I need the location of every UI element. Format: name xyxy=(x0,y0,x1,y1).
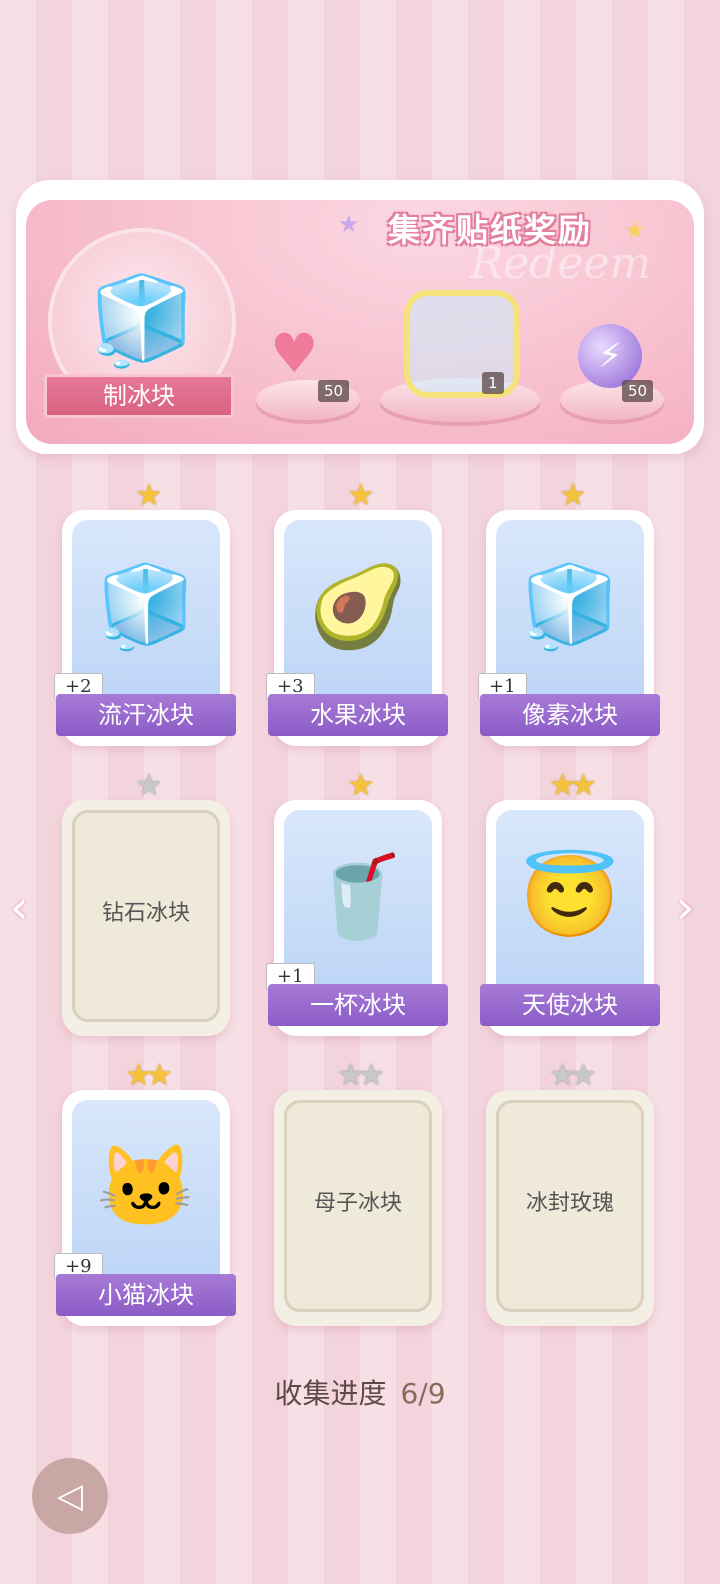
collection-progress: 收集进度 6/9 xyxy=(0,1372,720,1412)
card-name: 小猫冰块 xyxy=(56,1274,236,1316)
sweating-ice-cube-icon: 🧊 xyxy=(96,560,196,653)
star-rating: ★★ xyxy=(337,1058,385,1093)
prev-page-arrow-icon[interactable]: ‹ xyxy=(10,880,28,934)
card-name: 母子冰块 xyxy=(313,1191,402,1216)
star-deco-icon: ★ xyxy=(624,216,646,244)
cup-of-ice-icon: 🥤 xyxy=(308,850,408,943)
star-rating: ★ xyxy=(347,768,375,803)
card-name: 一杯冰块 xyxy=(268,984,448,1026)
sticker-card-frozen-rose[interactable]: ★★ 冰封玫瑰 xyxy=(486,1058,654,1326)
reward-count: 1 xyxy=(482,372,504,394)
progress-value: 6/9 xyxy=(400,1377,446,1410)
sticker-card-pixel-ice[interactable]: ★ 🧊 +1 像素冰块 xyxy=(478,478,660,746)
sticker-card-fruit-ice[interactable]: ★ 🥑 +3 水果冰块 xyxy=(266,478,448,746)
star-rating: ★ xyxy=(347,478,375,513)
star-rating: ★★ xyxy=(549,1058,597,1093)
star-rating: ★★ xyxy=(125,1058,173,1093)
lightning-orb-icon[interactable]: ⚡ xyxy=(578,324,642,388)
avocado-ice-cube-icon: 🥑 xyxy=(308,560,408,653)
sticker-card-cat-ice[interactable]: ★★ 🐱 +9 小猫冰块 xyxy=(54,1058,236,1326)
card-name: 像素冰块 xyxy=(480,694,660,736)
card-name: 钻石冰块 xyxy=(101,901,190,926)
reward-count: 50 xyxy=(318,380,350,402)
reward-count: 50 xyxy=(622,380,654,402)
sticker-card-sweating-ice[interactable]: ★ 🧊 +2 流汗冰块 xyxy=(54,478,236,746)
card-name: 水果冰块 xyxy=(268,694,448,736)
star-rating: ★ xyxy=(135,768,163,803)
card-name: 天使冰块 xyxy=(480,984,660,1026)
make-ice-button[interactable]: 制冰块 xyxy=(44,374,234,418)
star-rating: ★ xyxy=(559,478,587,513)
next-page-arrow-icon[interactable]: › xyxy=(676,880,694,934)
star-rating: ★ xyxy=(135,478,163,513)
pixel-ice-cube-icon: 🧊 xyxy=(520,560,620,653)
sticker-card-mother-child-ice[interactable]: ★★ 母子冰块 xyxy=(274,1058,442,1326)
back-button[interactable]: ◁ xyxy=(32,1458,108,1534)
cat-ice-cube-icon: 🐱 xyxy=(96,1140,196,1233)
banner-title: 集齐贴纸奖励 xyxy=(387,211,592,249)
heart-gem-icon[interactable]: ♥ xyxy=(270,322,318,385)
back-arrow-icon: ◁ xyxy=(56,1476,84,1516)
card-name: 冰封玫瑰 xyxy=(525,1191,614,1216)
star-rating: ★★ xyxy=(549,768,597,803)
sticker-card-cup-ice[interactable]: ★ 🥤 +1 一杯冰块 xyxy=(266,768,448,1036)
cat-ice-cube-icon: 🧊 xyxy=(88,271,196,371)
card-name: 流汗冰块 xyxy=(56,694,236,736)
star-deco-icon: ★ xyxy=(338,210,360,238)
progress-label: 收集进度 xyxy=(274,1377,387,1410)
sticker-card-diamond-ice[interactable]: ★ 钻石冰块 xyxy=(62,768,230,1036)
sticker-card-angel-ice[interactable]: ★★ 😇 天使冰块 xyxy=(480,768,660,1036)
angel-ice-cube-icon: 😇 xyxy=(520,850,620,943)
